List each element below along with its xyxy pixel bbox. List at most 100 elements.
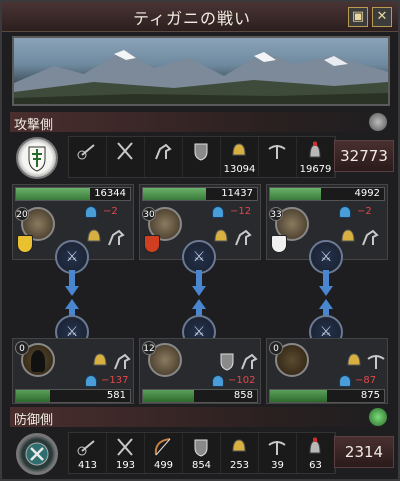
defender-unit-count: 193 bbox=[115, 460, 136, 471]
attacker-flank-node[interactable]: ⚔ bbox=[182, 240, 216, 274]
defender-morale-value: −102 bbox=[228, 375, 256, 386]
defender-strength-bar: 858 bbox=[142, 389, 258, 403]
attacker-unit-bar: 13094 19679 bbox=[68, 136, 336, 178]
attacker-unit-count: 19679 bbox=[299, 164, 332, 175]
advance-arrow-down-icon bbox=[319, 270, 333, 296]
silhouette-icon bbox=[31, 350, 45, 372]
shield-icon bbox=[190, 437, 212, 457]
attacker-flank-node[interactable]: ⚔ bbox=[55, 240, 89, 274]
commander-level: 33 bbox=[269, 207, 283, 221]
commander-level: 12 bbox=[142, 341, 156, 355]
minimize-button[interactable]: ▣ bbox=[348, 7, 368, 27]
horse-icon bbox=[359, 227, 379, 246]
commander-shield-icon bbox=[271, 235, 287, 253]
helmet-icon bbox=[89, 351, 107, 366]
retreat-icon[interactable] bbox=[368, 112, 388, 132]
horse-icon bbox=[105, 227, 125, 246]
commander-shield-icon bbox=[144, 235, 160, 253]
helmet-icon bbox=[83, 227, 101, 242]
defender-strength-value: 858 bbox=[233, 390, 253, 401]
defender-unit-slot[interactable]: 253 bbox=[221, 433, 259, 473]
window-title: ティガニの戦い bbox=[132, 9, 252, 28]
defender-unit-slot[interactable]: 499 bbox=[145, 433, 183, 473]
defender-summary: 413 193 499 854 253 39 63 2314 bbox=[10, 430, 394, 478]
catapult-icon bbox=[76, 141, 98, 161]
attacker-unit-slot[interactable] bbox=[107, 137, 145, 177]
shield-icon bbox=[190, 141, 212, 161]
strength-fill bbox=[16, 390, 51, 402]
defender-morale-value: −137 bbox=[101, 375, 129, 386]
crossbow-icon bbox=[266, 437, 288, 457]
attacker-section-header: 攻撃側 bbox=[10, 112, 390, 133]
attacker-label: 攻撃側 bbox=[14, 118, 54, 133]
helmet-icon bbox=[228, 437, 250, 457]
bow-icon bbox=[152, 437, 174, 457]
axe-icon bbox=[114, 437, 136, 457]
defender-unit-count: 499 bbox=[153, 460, 174, 471]
battlefield-landscape-image bbox=[12, 36, 390, 106]
defender-front-column[interactable]: 0 −87 875 bbox=[266, 338, 388, 404]
morale-icon bbox=[85, 206, 97, 218]
title-bar: ティガニの戦い ▣ ✕ bbox=[2, 2, 398, 32]
attacker-unit-slot[interactable] bbox=[259, 137, 297, 177]
attacker-unit-count: 13094 bbox=[223, 164, 256, 175]
strength-fill bbox=[143, 390, 195, 402]
commander-level: 0 bbox=[15, 341, 29, 355]
advance-arrow-down-icon bbox=[192, 270, 206, 296]
defender-front-column[interactable]: 12 −102 858 bbox=[139, 338, 261, 404]
horse-icon bbox=[238, 351, 258, 370]
knight-icon bbox=[304, 140, 326, 161]
defender-strength-value: 875 bbox=[360, 390, 380, 401]
defender-morale-value: −87 bbox=[355, 375, 377, 386]
horse-icon bbox=[232, 227, 252, 246]
strength-fill bbox=[270, 390, 327, 402]
defender-unit-count: 63 bbox=[309, 460, 322, 471]
attacker-strength-bar: 11437 bbox=[142, 187, 258, 201]
defender-unit-slot[interactable]: 854 bbox=[183, 433, 221, 473]
attacker-morale-value: −2 bbox=[357, 206, 372, 217]
helmet-icon bbox=[343, 351, 361, 366]
attacker-total: 32773 bbox=[334, 140, 394, 172]
defender-unit-slot[interactable]: 193 bbox=[107, 433, 145, 473]
defender-section-header: 防御側 bbox=[10, 407, 390, 428]
attacker-summary: 13094 19679 32773 bbox=[10, 134, 394, 182]
morale-icon bbox=[339, 375, 351, 387]
reinforce-icon[interactable] bbox=[368, 407, 388, 427]
attacker-strength-value: 16344 bbox=[94, 188, 126, 199]
attacker-coat-of-arms[interactable] bbox=[16, 137, 58, 179]
catapult-icon bbox=[76, 437, 98, 457]
crossbow-icon bbox=[365, 351, 385, 369]
defender-strength-bar: 875 bbox=[269, 389, 385, 403]
attacker-unit-slot[interactable]: 19679 bbox=[297, 137, 335, 177]
morale-icon bbox=[339, 206, 351, 218]
strength-fill bbox=[270, 188, 322, 200]
shield-icon bbox=[216, 351, 234, 371]
horse-icon bbox=[152, 141, 174, 161]
attacker-unit-slot[interactable] bbox=[69, 137, 107, 177]
morale-icon bbox=[85, 375, 97, 387]
defender-unit-slot[interactable]: 413 bbox=[69, 433, 107, 473]
attacker-flank-node[interactable]: ⚔ bbox=[309, 240, 343, 274]
defender-unit-slot[interactable]: 63 bbox=[297, 433, 335, 473]
defender-unit-count: 39 bbox=[271, 460, 284, 471]
attacker-unit-slot[interactable] bbox=[183, 137, 221, 177]
defender-front-column[interactable]: 0 −137 581 bbox=[12, 338, 134, 404]
attacker-strength-value: 4992 bbox=[354, 188, 380, 199]
attacker-strength-value: 11437 bbox=[221, 188, 253, 199]
defender-coat-of-arms[interactable] bbox=[16, 433, 58, 475]
helmet-icon bbox=[337, 227, 355, 242]
attacker-unit-slot[interactable]: 13094 bbox=[221, 137, 259, 177]
defender-total: 2314 bbox=[334, 436, 394, 468]
attacker-morale-value: −2 bbox=[103, 206, 118, 217]
advance-arrow-down-icon bbox=[65, 270, 79, 296]
defender-unit-slot[interactable]: 39 bbox=[259, 433, 297, 473]
attacker-strength-bar: 16344 bbox=[15, 187, 131, 201]
close-button[interactable]: ✕ bbox=[372, 7, 392, 27]
attacker-unit-slot[interactable] bbox=[145, 137, 183, 177]
helmet-icon bbox=[228, 141, 250, 161]
knight-icon bbox=[304, 436, 326, 457]
defender-unit-count: 413 bbox=[77, 460, 98, 471]
defender-unit-bar: 413 193 499 854 253 39 63 bbox=[68, 432, 336, 474]
axe-icon bbox=[114, 141, 136, 161]
attacker-strength-bar: 4992 bbox=[269, 187, 385, 201]
